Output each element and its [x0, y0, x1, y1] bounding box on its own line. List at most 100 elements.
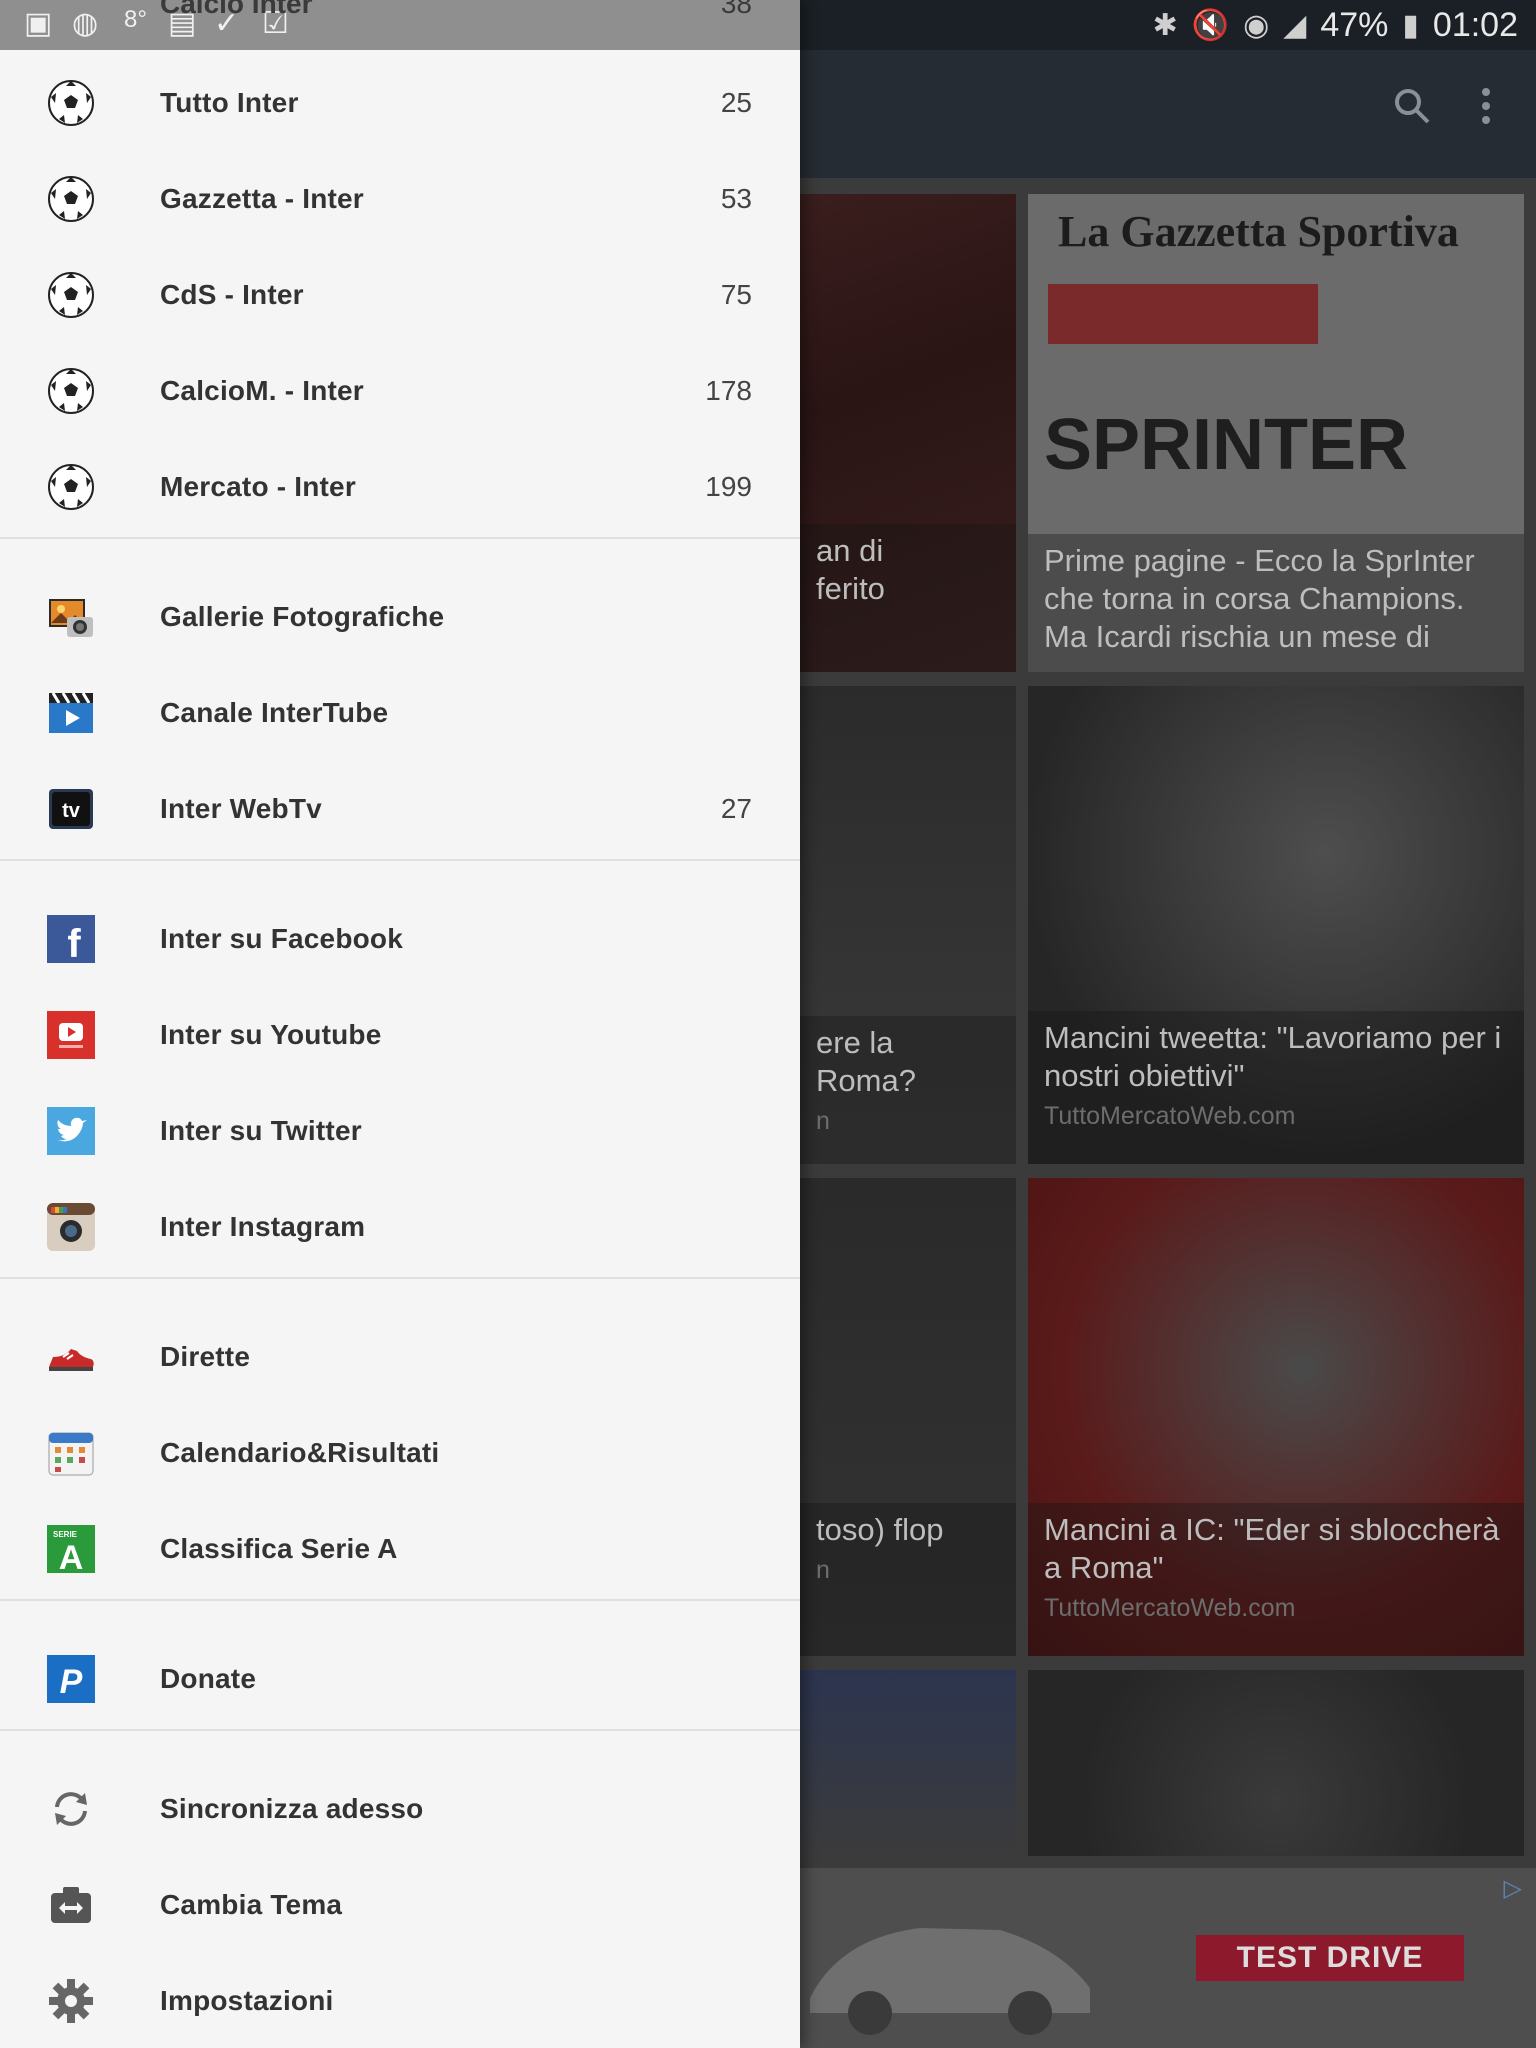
drawer-divider [0, 859, 800, 861]
drawer-item-cds-inter[interactable]: CdS - Inter 75 [0, 247, 800, 343]
youtube-icon [47, 1011, 95, 1059]
facebook-icon: f [47, 915, 95, 963]
news-source: TuttoMercatoWeb.com [1044, 1102, 1296, 1130]
mute-icon: 🔇 [1191, 8, 1230, 42]
ad-choices-icon[interactable]: ▷ [1504, 1874, 1522, 1903]
drawer-item-peek-count: 38 [720, 0, 752, 19]
drawer-item-inter-su-twitter[interactable]: Inter su Twitter [0, 1083, 800, 1179]
drawer-item-impostazioni[interactable]: Impostazioni [0, 1953, 800, 2048]
paypal-icon: P [47, 1655, 95, 1703]
wifi-icon: ◉ [1243, 8, 1270, 42]
photo-gallery-icon [47, 593, 95, 641]
drawer-item-label: CdS - Inter [160, 279, 304, 310]
news-card[interactable]: ere la Roma? n [800, 686, 1016, 1164]
drawer-item-cambia-tema[interactable]: Cambia Tema [0, 1857, 800, 1953]
drawer-item-canale-intertube[interactable]: Canale InterTube [0, 665, 800, 761]
video-clapper-icon [47, 689, 95, 737]
news-card[interactable] [1028, 1670, 1524, 1856]
drawer-item-count: 199 [705, 471, 752, 502]
news-source: n [816, 1556, 830, 1584]
theme-icon [47, 1881, 95, 1929]
news-title: Mancini tweetta: "Lavoriamo per i nostri… [1044, 1020, 1502, 1093]
drawer-item-label: Cambia Tema [160, 1889, 343, 1920]
drawer-item-label: Impostazioni [160, 1985, 334, 2016]
newspaper-headline: SPRINTER [1044, 405, 1409, 485]
drawer-item-label: Inter Instagram [160, 1211, 366, 1242]
drawer-item-label: Inter su Facebook [160, 923, 404, 954]
drawer-divider [0, 1277, 800, 1279]
drawer-item-peek-label: Calcio Inter [160, 0, 313, 19]
drawer-item-inter-webtv[interactable]: tv Inter WebTv 27 [0, 761, 800, 857]
drawer-item-label: Canale InterTube [160, 697, 389, 728]
newspaper-masthead: La Gazzetta Sportiva [1058, 207, 1459, 256]
drawer-item-gazzetta-inter[interactable]: Gazzetta - Inter 53 [0, 151, 800, 247]
gallery-notification-icon: ▣ [24, 7, 53, 40]
search-icon[interactable] [1392, 86, 1432, 137]
drawer-item-donate[interactable]: P Donate [0, 1631, 800, 1727]
drawer-item-tutto-inter[interactable]: Tutto Inter 25 [0, 55, 800, 151]
news-title: Prime pagine - Ecco la SprInter che torn… [1044, 543, 1475, 654]
serie-a-icon: SERIE A [47, 1525, 95, 1573]
drawer-item-inter-su-youtube[interactable]: Inter su Youtube [0, 987, 800, 1083]
tv-icon: tv [47, 785, 95, 833]
news-card[interactable]: Mancini a IC: "Eder si sbloccherà a Roma… [1028, 1178, 1524, 1656]
bluetooth-icon: ✱ [1152, 8, 1178, 42]
news-title: ere la Roma? [816, 1025, 916, 1098]
temperature-notification-icon: 8° [124, 6, 147, 33]
drawer-item-label: Sincronizza adesso [160, 1793, 424, 1824]
drawer-item-label: Donate [160, 1663, 257, 1694]
drawer-status-bar: ▣ ◍ 8° ▤ ✓ ☑ Calcio Inter 38 [0, 0, 800, 50]
drawer-item-label: Gazzetta - Inter [160, 183, 364, 214]
news-title: an di ferito [816, 533, 885, 606]
drawer-divider [0, 1599, 800, 1601]
overflow-menu-icon[interactable] [1476, 86, 1496, 137]
soccer-ball-icon [47, 271, 95, 319]
drawer-item-label: Gallerie Fotografiche [160, 601, 445, 632]
news-source: n [816, 1107, 830, 1135]
drawer-item-inter-su-facebook[interactable]: f Inter su Facebook [0, 891, 800, 987]
drawer-item-label: Tutto Inter [160, 87, 299, 118]
svg-text:A: A [59, 1539, 84, 1573]
ad-banner[interactable]: TEST DRIVE ▷ [800, 1868, 1536, 2048]
drawer-item-label: Inter su Youtube [160, 1019, 382, 1050]
drawer-item-classifica-serie-a[interactable]: SERIE A Classifica Serie A [0, 1501, 800, 1597]
drawer-item-label: Dirette [160, 1341, 251, 1372]
drawer-item-calendario-risultati[interactable]: Calendario&Risultati [0, 1405, 800, 1501]
signal-icon: ◢ [1283, 8, 1307, 42]
drawer-item-mercato-inter[interactable]: Mercato - Inter 199 [0, 439, 800, 535]
news-source: TuttoMercatoWeb.com [1044, 1594, 1296, 1622]
drawer-item-label: CalcioM. - Inter [160, 375, 364, 406]
drawer-item-count: 75 [720, 279, 752, 310]
drawer-divider [0, 537, 800, 539]
soccer-ball-icon [47, 79, 95, 127]
drawer-item-count: 53 [720, 183, 752, 214]
test-drive-button[interactable]: TEST DRIVE [1196, 1935, 1464, 1981]
drawer-item-calciom-inter[interactable]: CalcioM. - Inter 178 [0, 343, 800, 439]
battery-percent: 47% [1320, 5, 1389, 44]
news-card[interactable] [800, 1670, 1016, 1856]
phone-notification-icon: ◍ [72, 7, 99, 40]
battery-icon: ▮ [1402, 8, 1419, 42]
news-card[interactable]: Mancini tweetta: "Lavoriamo per i nostri… [1028, 686, 1524, 1164]
instagram-icon [47, 1203, 95, 1251]
news-card[interactable]: an di ferito [800, 194, 1016, 672]
drawer-item-sincronizza-adesso[interactable]: Sincronizza adesso [0, 1761, 800, 1857]
settings-icon [47, 1977, 95, 2025]
drawer-item-gallerie-fotografiche[interactable]: Gallerie Fotografiche [0, 569, 800, 665]
drawer-item-inter-instagram[interactable]: Inter Instagram [0, 1179, 800, 1275]
svg-text:SERIE: SERIE [53, 1530, 78, 1539]
car-image [810, 1928, 1090, 2035]
clock: 01:02 [1432, 5, 1518, 44]
svg-text:f: f [67, 922, 81, 963]
news-title: toso) flop [816, 1512, 944, 1547]
sync-icon [47, 1785, 95, 1833]
soccer-ball-icon [47, 463, 95, 511]
news-card[interactable]: La Gazzetta Sportiva SPRINTER Prime pagi… [1028, 194, 1524, 672]
drawer-item-label: Inter WebTv [160, 793, 322, 824]
drawer-item-label: Inter su Twitter [160, 1115, 362, 1146]
drawer-item-dirette[interactable]: Dirette [0, 1309, 800, 1405]
news-card[interactable]: toso) flop n [800, 1178, 1016, 1656]
svg-text:P: P [60, 1663, 83, 1701]
soccer-ball-icon [47, 367, 95, 415]
drawer-divider [0, 1729, 800, 1731]
